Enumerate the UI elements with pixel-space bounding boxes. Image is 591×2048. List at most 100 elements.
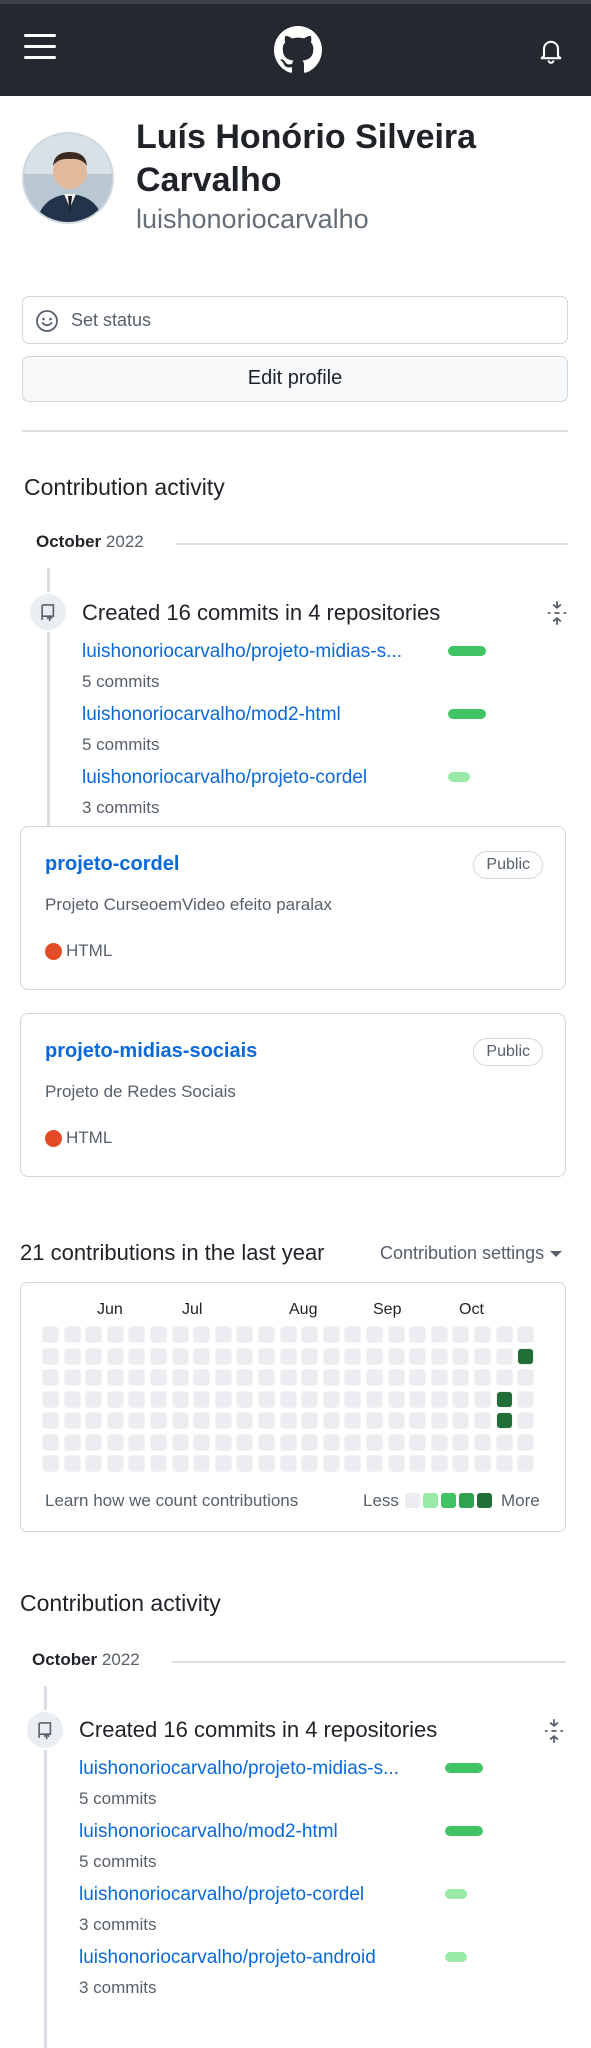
contribution-day-cell[interactable] [150,1412,167,1429]
contribution-day-cell[interactable] [215,1412,232,1429]
contribution-day-cell[interactable] [474,1455,491,1472]
contribution-day-cell[interactable] [388,1348,405,1365]
contribution-day-cell[interactable] [150,1455,167,1472]
contribution-day-cell[interactable] [496,1455,513,1472]
contribution-day-cell[interactable] [128,1326,145,1343]
set-status-button[interactable]: Set status [22,296,568,344]
contribution-day-cell[interactable] [452,1369,469,1386]
contribution-day-cell[interactable] [150,1348,167,1365]
repo-link[interactable]: luishonoriocarvalho/projeto-cordel [79,1884,437,1906]
contribution-day-cell[interactable] [301,1348,318,1365]
contribution-day-cell[interactable] [496,1326,513,1343]
contribution-day-cell[interactable] [215,1369,232,1386]
contribution-day-cell[interactable] [64,1412,81,1429]
contribution-day-cell[interactable] [323,1348,340,1365]
contribution-day-cell[interactable] [215,1391,232,1408]
contribution-day-cell[interactable] [474,1412,491,1429]
contribution-day-cell[interactable] [64,1434,81,1451]
contribution-day-cell[interactable] [323,1412,340,1429]
contribution-day-cell[interactable] [236,1369,253,1386]
contribution-day-cell[interactable] [107,1348,124,1365]
contribution-day-cell[interactable] [258,1434,275,1451]
contribution-day-cell[interactable] [193,1348,210,1365]
contribution-day-cell[interactable] [409,1434,426,1451]
repo-link[interactable]: luishonoriocarvalho/projeto-android [79,1947,437,1969]
contribution-day-cell[interactable] [431,1369,448,1386]
contribution-day-cell[interactable] [85,1434,102,1451]
contribution-day-cell[interactable] [236,1434,253,1451]
contribution-day-cell[interactable] [452,1348,469,1365]
contribution-day-cell[interactable] [215,1348,232,1365]
hamburger-icon[interactable] [24,34,56,60]
contribution-day-cell[interactable] [128,1391,145,1408]
contribution-day-cell[interactable] [107,1326,124,1343]
contribution-day-cell[interactable] [366,1434,383,1451]
contribution-day-cell[interactable] [344,1391,361,1408]
contribution-day-cell[interactable] [107,1412,124,1429]
contribution-day-cell[interactable] [452,1326,469,1343]
contribution-day-cell[interactable] [150,1434,167,1451]
contribution-day-cell[interactable] [344,1412,361,1429]
contribution-day-cell[interactable] [388,1391,405,1408]
contribution-day-cell[interactable] [452,1412,469,1429]
contribution-day-cell[interactable] [301,1391,318,1408]
contribution-day-cell[interactable] [128,1455,145,1472]
contribution-day-cell[interactable] [107,1455,124,1472]
contribution-day-cell[interactable] [496,1348,513,1365]
contribution-settings-dropdown[interactable]: Contribution settings [380,1243,563,1264]
contribution-day-cell[interactable] [366,1455,383,1472]
contribution-day-cell[interactable] [258,1369,275,1386]
contribution-day-cell[interactable] [496,1434,513,1451]
contribution-day-cell[interactable] [280,1369,297,1386]
contribution-day-cell[interactable] [344,1434,361,1451]
contribution-day-cell[interactable] [107,1434,124,1451]
contribution-day-cell[interactable] [517,1369,534,1386]
contribution-day-cell[interactable] [323,1455,340,1472]
contribution-day-cell[interactable] [42,1412,59,1429]
contribution-day-cell[interactable] [474,1326,491,1343]
contribution-day-cell[interactable] [258,1391,275,1408]
contribution-day-cell[interactable] [193,1412,210,1429]
contribution-day-cell[interactable] [193,1369,210,1386]
contribution-day-cell[interactable] [388,1326,405,1343]
contribution-day-cell[interactable] [452,1455,469,1472]
contribution-day-cell[interactable] [388,1434,405,1451]
contribution-day-cell[interactable] [431,1326,448,1343]
contribution-day-cell[interactable] [236,1326,253,1343]
fold-icon[interactable] [546,600,568,626]
contribution-day-cell[interactable] [42,1369,59,1386]
contribution-day-cell[interactable] [64,1391,81,1408]
contribution-day-cell[interactable] [366,1412,383,1429]
contribution-day-cell[interactable] [388,1369,405,1386]
contribution-day-cell[interactable] [150,1369,167,1386]
contribution-day-cell[interactable] [193,1326,210,1343]
contribution-day-cell[interactable] [517,1348,534,1365]
contribution-day-cell[interactable] [236,1391,253,1408]
contribution-day-cell[interactable] [409,1326,426,1343]
contribution-day-cell[interactable] [474,1348,491,1365]
contribution-day-cell[interactable] [258,1348,275,1365]
repo-card-title[interactable]: projeto-midias-sociais [45,1040,257,1063]
contribution-day-cell[interactable] [452,1434,469,1451]
contribution-day-cell[interactable] [128,1369,145,1386]
contribution-day-cell[interactable] [150,1391,167,1408]
contribution-day-cell[interactable] [280,1326,297,1343]
contribution-day-cell[interactable] [496,1391,513,1408]
contribution-day-cell[interactable] [474,1434,491,1451]
contribution-day-cell[interactable] [452,1391,469,1408]
contribution-day-cell[interactable] [517,1412,534,1429]
contribution-day-cell[interactable] [85,1369,102,1386]
contribution-day-cell[interactable] [236,1412,253,1429]
contribution-day-cell[interactable] [280,1348,297,1365]
contribution-day-cell[interactable] [150,1326,167,1343]
contribution-day-cell[interactable] [64,1369,81,1386]
contribution-day-cell[interactable] [323,1434,340,1451]
contribution-day-cell[interactable] [193,1391,210,1408]
contribution-day-cell[interactable] [323,1326,340,1343]
contribution-day-cell[interactable] [474,1391,491,1408]
github-logo-icon[interactable] [274,26,322,74]
contribution-day-cell[interactable] [42,1348,59,1365]
contribution-day-cell[interactable] [215,1434,232,1451]
contribution-day-cell[interactable] [431,1412,448,1429]
contribution-day-cell[interactable] [280,1412,297,1429]
